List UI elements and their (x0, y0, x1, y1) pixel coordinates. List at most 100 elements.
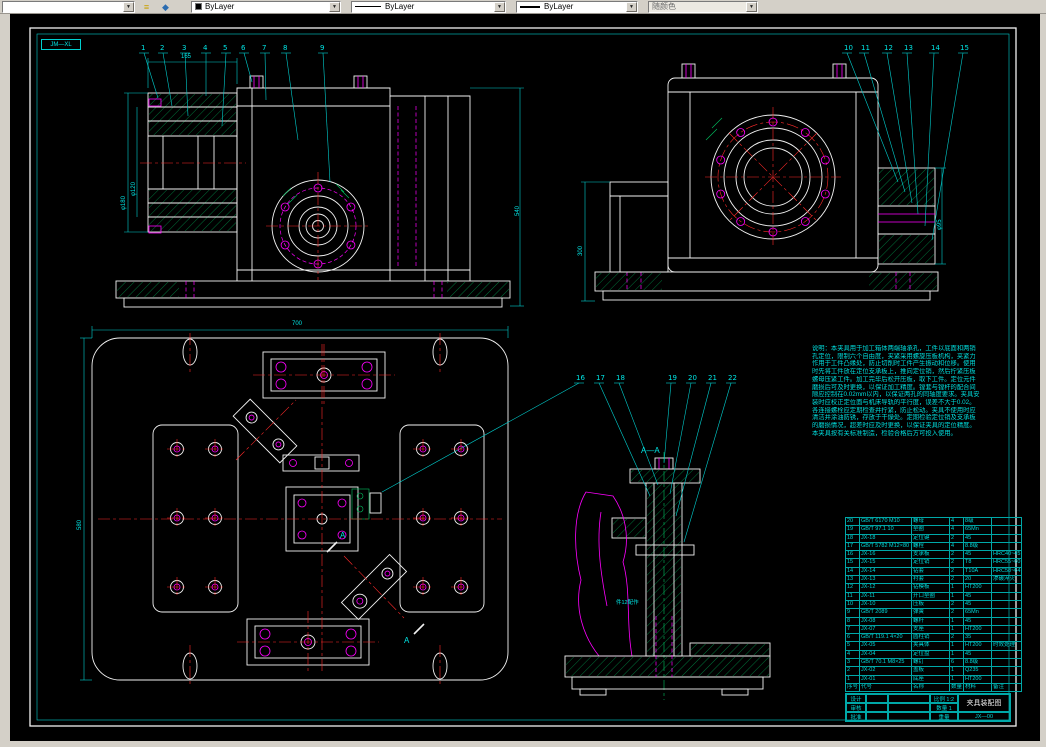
note-line: 作用于工件凸缘处，防止切削时工件产生振动和位移。使用 (812, 360, 976, 368)
signature-cell (866, 703, 888, 712)
bom-cell (991, 525, 1023, 535)
bom-cell: GB/T 97.1 10 (859, 525, 913, 535)
checker-label: 审核 (846, 703, 866, 712)
lineweight-sample (520, 5, 540, 8)
balloon-17: 17 (596, 374, 605, 382)
bom-cell (991, 674, 1023, 684)
bom-cell: 35 (963, 633, 993, 643)
signature-cell (866, 712, 888, 721)
balloon-8: 8 (283, 44, 288, 52)
bom-cell: 17 (844, 541, 861, 552)
bom-cell: 时效处理 (991, 641, 1023, 651)
dropdown-arrow-icon[interactable]: ▼ (626, 1, 637, 12)
bom-cell: 20 (844, 516, 861, 527)
bom-cell: 圆柱销 (911, 633, 951, 643)
annotations-overlay: JM—XL 说明：本夹具用于加工箱体两端轴承孔，工件以底面和两销 孔定位，限制六个… (10, 14, 1040, 741)
bom-cell: 6 (844, 633, 861, 643)
bom-cell: HRC55~60 (991, 558, 1023, 568)
bom-cell: JX-07 (859, 624, 913, 635)
bom-cell: 2 (949, 558, 965, 568)
drawing-number: JX—00 (958, 712, 1010, 721)
dropdown-arrow-icon[interactable]: ▼ (123, 1, 134, 12)
bom-cell: 45 (963, 591, 993, 601)
bom-cell: 45 (963, 649, 993, 660)
weight-cell: 重量 (930, 712, 958, 721)
date-cell (888, 694, 930, 703)
drawing-canvas[interactable]: JM—XL 说明：本夹具用于加工箱体两端轴承孔，工件以底面和两销 孔定位，限制六个… (10, 14, 1040, 741)
color-control[interactable]: ByLayer ▼ (191, 0, 341, 13)
layer-control[interactable]: ▼ (2, 0, 135, 13)
layer-properties-icon[interactable]: ≡ (139, 1, 154, 13)
lineweight-control[interactable]: ByLayer ▼ (516, 0, 638, 13)
fit-note: 件12配作 (616, 600, 639, 606)
note-line: 磨损后可及时更换，以保证加工精度。镗套与镗杆的配合间 (812, 383, 976, 391)
note-line: 的磨损情况，超差时应及时更换，以保证夹具的定位精度。 (812, 422, 976, 430)
sheet-corner-label: JM—XL (41, 39, 81, 50)
dropdown-arrow-icon: ▼ (746, 1, 757, 12)
bom-cell: 45 (963, 599, 993, 610)
scale-cell: 比例 1:2 (930, 694, 958, 703)
bom-cell: JX-14 (859, 566, 913, 577)
balloon-14: 14 (931, 44, 940, 52)
bom-cell: GB/T 119.1 4×20 (859, 633, 913, 643)
bom-cell: 3 (844, 658, 861, 668)
plot-style-value: 随颜色 (652, 2, 676, 11)
dimension-front_top: 165 (181, 54, 192, 60)
bom-header-cell: 名称 (911, 682, 951, 693)
dimension-plan_left: 580 (77, 519, 83, 530)
balloon-2: 2 (160, 44, 165, 52)
bom-cell: 夹具体 (911, 641, 951, 651)
bom-cell: 1 (949, 641, 965, 651)
bom-cell: 65Mn (963, 525, 993, 535)
note-line: 隙应控制在0.02mm以内，以保证两孔的同轴度要求。夹具安 (812, 391, 980, 399)
bom-cell (991, 633, 1023, 643)
bom-cell: 1 (949, 616, 965, 626)
balloon-3: 3 (182, 44, 187, 52)
dropdown-arrow-icon[interactable]: ▼ (329, 1, 340, 12)
bom-cell: 15 (844, 558, 861, 568)
dropdown-arrow-icon[interactable]: ▼ (494, 1, 505, 12)
bom-cell: 2 (949, 608, 965, 618)
bom-cell: 定位销 (911, 558, 951, 568)
bom-cell: 65Mn (963, 608, 993, 618)
bom-cell (991, 533, 1023, 543)
bom-header-cell: 备注 (991, 682, 1023, 693)
dimension-side_right: φ95 (937, 219, 943, 230)
bom-cell: 5 (844, 641, 861, 651)
bom-cell: 8.8级 (963, 658, 993, 668)
bom-cell: JX-15 (859, 558, 913, 568)
bom-table: 20 GB/T 6170 M10 螺母 4 8级 19 GB/T 97.1 10 垫圈 4 65M… (844, 516, 1023, 693)
qty-cell: 数量 1 (930, 703, 958, 712)
bom-cell (991, 541, 1023, 552)
plot-style-control: 随颜色 ▼ (648, 0, 758, 13)
note-line: 说明：本夹具用于加工箱体两端轴承孔，工件以底面和两销 (812, 345, 976, 352)
bom-cell: HT200 (963, 641, 993, 651)
balloon-22: 22 (728, 374, 737, 382)
linetype-control[interactable]: ByLayer ▼ (351, 0, 506, 13)
bom-cell: 钻套 (911, 566, 951, 577)
bom-cell: 4 (949, 525, 965, 535)
balloon-13: 13 (904, 44, 913, 52)
bom-cell: 13 (844, 575, 861, 585)
dimension-front_left_outer: φ180 (121, 196, 127, 210)
bom-cell: 1 (949, 666, 965, 676)
bom-cell: 1 (949, 591, 965, 601)
bom-cell: 16 (844, 550, 861, 560)
bom-cell: T8 (963, 558, 993, 568)
bom-cell: JX-12 (859, 583, 913, 593)
color-value: ByLayer (205, 2, 235, 11)
balloon-4: 4 (203, 44, 208, 52)
bom-cell: GB/T 5782 M12×80 (859, 541, 913, 552)
bom-cell: HT200 (963, 624, 993, 635)
make-layer-current-icon[interactable]: ◆ (158, 1, 173, 13)
note-line: 螺母压紧工件。加工完毕后松开压板，取下工件。定位元件 (812, 375, 976, 383)
bom-cell: 定位盘 (911, 649, 951, 660)
balloon-15: 15 (960, 44, 969, 52)
bom-cell: 底座 (911, 674, 951, 684)
bom-cell: 45 (963, 533, 993, 543)
bom-cell: 2 (949, 599, 965, 610)
bom-cell: 20 (963, 575, 993, 585)
balloon-21: 21 (708, 374, 717, 382)
bom-cell: 2 (844, 666, 861, 676)
bom-cell: 盖板 (911, 666, 951, 676)
